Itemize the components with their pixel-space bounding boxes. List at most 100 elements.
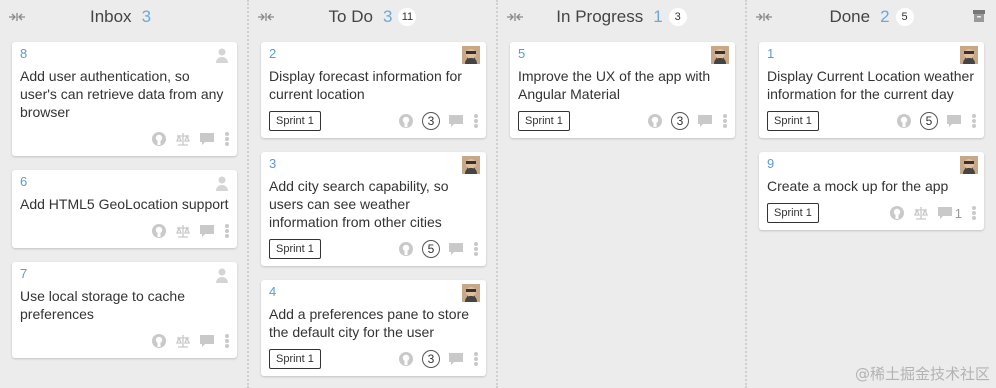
collapse-icon[interactable]: [755, 12, 773, 22]
avatar[interactable]: [462, 46, 480, 64]
issue-title[interactable]: Add HTML5 GeoLocation support: [20, 195, 229, 213]
sprint-label[interactable]: Sprint 1: [767, 203, 819, 223]
issue-number[interactable]: 1: [767, 46, 976, 62]
issue-title[interactable]: Improve the UX of the app with Angular M…: [518, 67, 727, 103]
story-points-badge[interactable]: 3: [671, 112, 689, 130]
issue-title[interactable]: Display Current Location weather informa…: [767, 67, 976, 103]
column-header: Inbox 3: [0, 0, 247, 34]
column-in-progress: In Progress 1 3 5 Improve the UX of the …: [498, 0, 747, 388]
issue-title[interactable]: Display forecast information for current…: [269, 67, 478, 103]
issue-number[interactable]: 2: [269, 46, 478, 62]
more-menu-icon[interactable]: [972, 206, 976, 220]
github-icon[interactable]: [151, 131, 167, 147]
sprint-label[interactable]: Sprint 1: [269, 111, 321, 131]
comment-icon[interactable]: [199, 333, 215, 349]
sprint-label[interactable]: Sprint 1: [767, 111, 819, 131]
scale-icon[interactable]: [175, 223, 191, 239]
more-menu-icon[interactable]: [723, 114, 727, 128]
column-header: Done 2 5: [747, 0, 996, 34]
unassigned-user-icon[interactable]: [213, 174, 231, 192]
issue-number[interactable]: 8: [20, 46, 229, 62]
github-icon[interactable]: [398, 241, 414, 257]
sprint-label[interactable]: Sprint 1: [269, 349, 321, 369]
github-icon[interactable]: [151, 333, 167, 349]
comment-icon[interactable]: [448, 241, 464, 257]
issue-number[interactable]: 6: [20, 174, 229, 190]
sprint-label[interactable]: Sprint 1: [518, 111, 570, 131]
avatar[interactable]: [711, 46, 729, 64]
comment-icon[interactable]: [199, 223, 215, 239]
column-points-badge: 3: [668, 8, 687, 26]
github-icon[interactable]: [647, 113, 663, 129]
column-header: To Do 3 11: [249, 0, 496, 34]
issue-title[interactable]: Add city search capability, so users can…: [269, 177, 478, 231]
comment-icon[interactable]: [448, 113, 464, 129]
more-menu-icon[interactable]: [972, 114, 976, 128]
scale-icon[interactable]: [913, 205, 929, 221]
column-done: Done 2 5 1 Display Current Location weat…: [747, 0, 996, 388]
issue-number[interactable]: 9: [767, 156, 976, 172]
github-icon[interactable]: [398, 113, 414, 129]
issue-card[interactable]: 8 Add user authentication, so user's can…: [12, 42, 237, 156]
column-points-badge: 11: [398, 8, 417, 26]
issue-number[interactable]: 4: [269, 284, 478, 300]
issue-card[interactable]: 3 Add city search capability, so users c…: [261, 152, 486, 266]
issue-number[interactable]: 3: [269, 156, 478, 172]
issue-card[interactable]: 1 Display Current Location weather infor…: [759, 42, 984, 138]
github-icon[interactable]: [151, 223, 167, 239]
more-menu-icon[interactable]: [225, 132, 229, 146]
issue-title[interactable]: Add user authentication, so user's can r…: [20, 67, 229, 121]
watermark: @稀土掘金技术社区: [854, 365, 990, 383]
github-icon[interactable]: [889, 205, 905, 221]
archive-icon[interactable]: [972, 9, 986, 23]
issue-card[interactable]: 5 Improve the UX of the app with Angular…: [510, 42, 735, 138]
column-issue-count: 3: [382, 7, 393, 26]
avatar[interactable]: [960, 156, 978, 174]
comment-icon[interactable]: [199, 131, 215, 147]
issue-title[interactable]: Create a mock up for the app: [767, 177, 976, 195]
unassigned-user-icon[interactable]: [213, 266, 231, 284]
issue-card[interactable]: 7 Use local storage to cache preferences: [12, 262, 237, 358]
comment-icon[interactable]: [697, 113, 713, 129]
issue-card[interactable]: 4 Add a preferences pane to store the de…: [261, 280, 486, 376]
issue-card[interactable]: 6 Add HTML5 GeoLocation support: [12, 170, 237, 248]
more-menu-icon[interactable]: [474, 242, 478, 256]
collapse-icon[interactable]: [8, 12, 26, 22]
story-points-badge[interactable]: 3: [422, 112, 440, 130]
story-points-badge[interactable]: 5: [920, 112, 938, 130]
comment-icon[interactable]: [937, 205, 953, 221]
column-title: Done: [829, 7, 871, 26]
story-points-badge[interactable]: 5: [422, 240, 440, 258]
more-menu-icon[interactable]: [225, 334, 229, 348]
column-todo: To Do 3 11 2 Display forecast informatio…: [249, 0, 498, 388]
avatar[interactable]: [462, 284, 480, 302]
issue-card[interactable]: 2 Display forecast information for curre…: [261, 42, 486, 138]
collapse-icon[interactable]: [257, 12, 275, 22]
issue-title[interactable]: Add a preferences pane to store the defa…: [269, 305, 478, 341]
avatar[interactable]: [462, 156, 480, 174]
collapse-icon[interactable]: [506, 12, 524, 22]
more-menu-icon[interactable]: [225, 224, 229, 238]
more-menu-icon[interactable]: [474, 352, 478, 366]
column-title: In Progress: [556, 7, 644, 26]
scale-icon[interactable]: [175, 131, 191, 147]
comment-icon[interactable]: [946, 113, 962, 129]
github-icon[interactable]: [398, 351, 414, 367]
sprint-label[interactable]: Sprint 1: [269, 239, 321, 259]
github-icon[interactable]: [896, 113, 912, 129]
unassigned-user-icon[interactable]: [213, 46, 231, 64]
kanban-board: Inbox 3 8 Add user authentication, so us…: [0, 0, 996, 388]
story-points-badge[interactable]: 3: [422, 350, 440, 368]
column-issue-count: 1: [653, 7, 663, 26]
comment-icon[interactable]: [448, 351, 464, 367]
issue-number[interactable]: 5: [518, 46, 727, 62]
avatar[interactable]: [960, 46, 978, 64]
more-menu-icon[interactable]: [474, 114, 478, 128]
scale-icon[interactable]: [175, 333, 191, 349]
issue-card[interactable]: 9 Create a mock up for the app Sprint 1 …: [759, 152, 984, 230]
column-inbox: Inbox 3 8 Add user authentication, so us…: [0, 0, 249, 388]
column-title: To Do: [328, 7, 373, 26]
issue-number[interactable]: 7: [20, 266, 229, 282]
column-points-badge: 5: [895, 8, 914, 26]
issue-title[interactable]: Use local storage to cache preferences: [20, 287, 229, 323]
